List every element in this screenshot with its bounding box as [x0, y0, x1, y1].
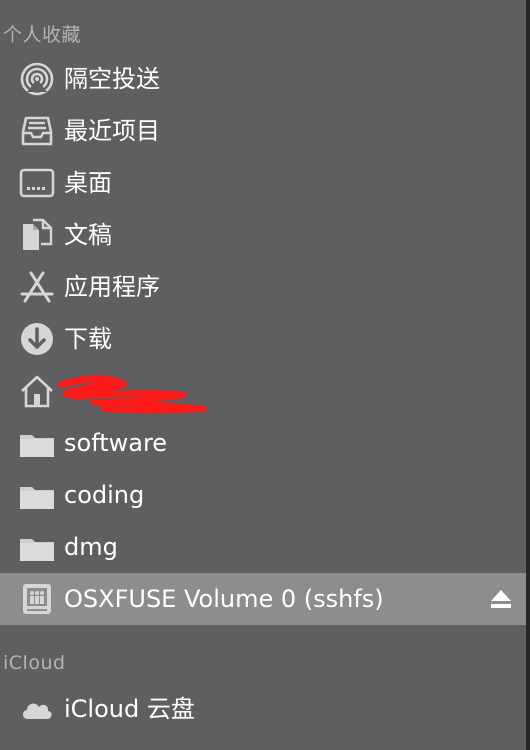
- sidebar-item-label: OSXFUSE Volume 0 (sshfs): [64, 585, 384, 613]
- icloud-section-header[interactable]: iCloud: [3, 652, 66, 674]
- sidebar-item-label: 隔空投送: [64, 65, 160, 93]
- sidebar-item-label: 最近项目: [64, 117, 160, 145]
- eject-icon[interactable]: [490, 589, 512, 609]
- sidebar-item-software[interactable]: software: [0, 417, 526, 469]
- recents-icon: [19, 114, 55, 148]
- sidebar-item-label: software: [64, 429, 168, 457]
- drive-icon: [19, 582, 55, 616]
- favorites-section-header[interactable]: 个人收藏: [3, 20, 81, 47]
- sidebar-item-label: 下载: [64, 325, 112, 353]
- sidebar-item-desktop[interactable]: 桌面: [0, 157, 526, 209]
- sidebar-item-label: coding: [64, 481, 145, 509]
- sidebar-item-label: dmg: [64, 533, 118, 561]
- sidebar-item-documents[interactable]: 文稿: [0, 209, 526, 261]
- sidebar-item-airdrop[interactable]: 隔空投送: [0, 53, 526, 105]
- airdrop-icon: [19, 62, 55, 96]
- folder-icon: [19, 426, 55, 460]
- applications-icon: [19, 270, 55, 304]
- sidebar-item-downloads[interactable]: 下载: [0, 313, 526, 365]
- desktop-icon: [19, 166, 55, 200]
- documents-icon: [19, 218, 55, 252]
- sidebar-item-label: 桌面: [64, 169, 112, 197]
- sidebar-item-home[interactable]: [0, 365, 526, 417]
- sidebar-item-coding[interactable]: coding: [0, 469, 526, 521]
- sidebar-item-dmg[interactable]: dmg: [0, 521, 526, 573]
- sidebar-item-applications[interactable]: 应用程序: [0, 261, 526, 313]
- folder-icon: [19, 478, 55, 512]
- sidebar-item-osxfuse-volume[interactable]: OSXFUSE Volume 0 (sshfs): [0, 573, 526, 625]
- sidebar-item-recents[interactable]: 最近项目: [0, 105, 526, 157]
- folder-icon: [19, 530, 55, 564]
- downloads-icon: [19, 322, 55, 356]
- sidebar-item-label: 应用程序: [64, 273, 160, 301]
- sidebar-item-label: iCloud 云盘: [64, 695, 195, 723]
- sidebar-item-label: 文稿: [64, 221, 112, 249]
- finder-sidebar: 个人收藏 隔空投送 最近项目 桌面 文稿 应用程序 下载 software co…: [0, 0, 530, 750]
- cloud-icon: [19, 692, 55, 726]
- sidebar-item-icloud-drive[interactable]: iCloud 云盘: [0, 683, 526, 735]
- home-icon: [19, 374, 55, 408]
